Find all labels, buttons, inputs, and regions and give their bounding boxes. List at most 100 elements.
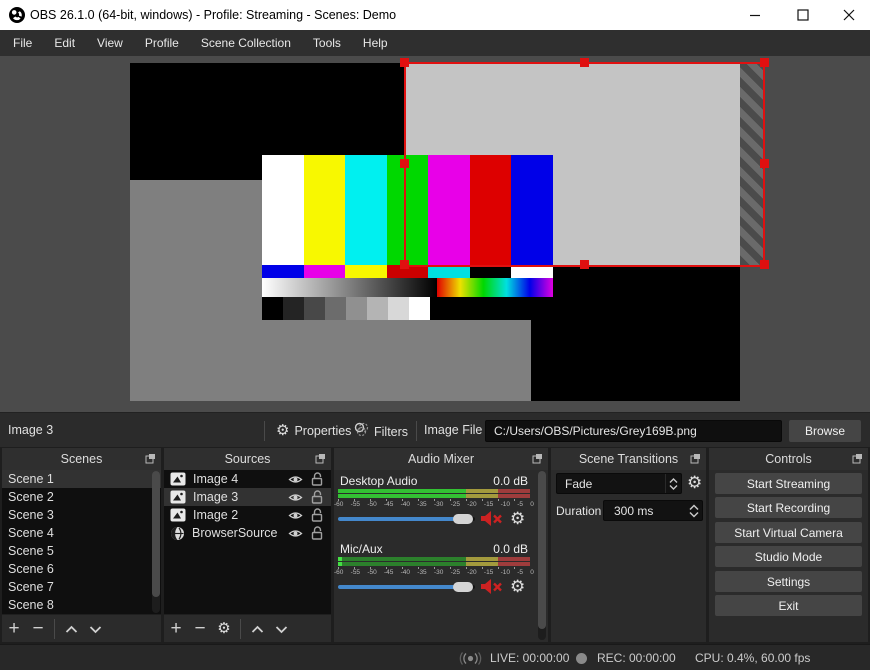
transition-select[interactable]: Fade [556,473,682,494]
selection-handle-top-center[interactable] [580,58,589,67]
scene-item[interactable]: Scene 6 [2,560,161,578]
close-button[interactable] [832,0,866,30]
scenes-scrollbar[interactable] [152,471,160,613]
preview-area [0,56,870,412]
menu-scene-collection[interactable]: Scene Collection [190,30,302,56]
volume-meter [338,489,530,493]
selection-handle-top-right[interactable] [760,58,769,67]
selection-handle-top-left[interactable] [400,58,409,67]
visibility-eye-icon[interactable] [288,492,303,503]
studio-mode-button[interactable]: Studio Mode [715,546,862,567]
toolbar-separator [54,618,55,639]
live-time: LIVE: 00:00:00 [490,651,570,665]
scene-item[interactable]: Scene 5 [2,542,161,560]
selection-handle-bottom-right[interactable] [760,260,769,269]
popout-icon[interactable] [315,453,326,467]
spinner-buttons[interactable] [686,501,702,520]
volume-slider-handle[interactable] [453,514,473,524]
scrollbar-thumb[interactable] [538,471,546,629]
start-recording-button[interactable]: Start Recording [715,497,862,518]
popout-icon[interactable] [852,453,863,467]
window-title: OBS 26.1.0 (64-bit, windows) - Profile: … [30,8,397,22]
selection-handle-mid-left[interactable] [400,159,409,168]
scene-item[interactable]: Scene 8 [2,596,161,614]
mixer-scrollbar[interactable] [538,471,546,640]
meter-tick-labels: -60 -55 -50 -45 -40 -35 -30 -25 -20 -15 -10 -5 0 [334,569,534,576]
menu-profile[interactable]: Profile [134,30,190,56]
menu-help[interactable]: Help [352,30,399,56]
source-row[interactable]: Image 3 [164,488,331,506]
scene-item[interactable]: Scene 7 [2,578,161,596]
scenes-list: Scene 1 Scene 2 Scene 3 Scene 4 Scene 5 … [2,470,161,614]
add-scene-button[interactable]: + [2,617,26,641]
add-source-button[interactable]: + [164,617,188,641]
channel-name: Mic/Aux [340,542,383,556]
visibility-eye-icon[interactable] [288,528,303,539]
menu-tools[interactable]: Tools [302,30,352,56]
meter-tick-labels: -60 -55 -50 -45 -40 -35 -30 -25 -20 -15 -10 -5 0 [334,501,534,508]
selection-handle-bottom-left[interactable] [400,260,409,269]
remove-scene-button[interactable]: − [26,617,50,641]
mute-speaker-icon[interactable] [480,578,504,600]
source-row[interactable]: Image 2 [164,506,331,524]
popout-icon[interactable] [145,453,156,467]
test-card-gradients [262,278,553,297]
source-row[interactable]: Image 4 [164,470,331,488]
start-virtual-camera-button[interactable]: Start Virtual Camera [715,522,862,543]
properties-button[interactable]: ⚙ Properties [276,422,351,440]
move-scene-up-button[interactable] [59,617,83,641]
popout-icon[interactable] [532,453,543,467]
scrollbar-thumb[interactable] [152,471,160,597]
scene-transitions-header: Scene Transitions [551,448,706,470]
mute-speaker-icon[interactable] [480,510,504,532]
source-properties-gear-icon[interactable]: ⚙ [212,620,236,638]
sources-list: Image 4 Image 3 Image 2 BrowserSource [164,470,331,614]
chevron-updown-icon [665,474,681,493]
menu-view[interactable]: View [86,30,134,56]
gear-icon: ⚙ [276,422,290,439]
image-source-icon [170,472,186,486]
move-source-up-button[interactable] [245,617,269,641]
remove-source-button[interactable]: − [188,617,212,641]
visibility-eye-icon[interactable] [288,510,303,521]
lock-open-icon[interactable] [311,490,323,504]
dock-area: Scenes Scene 1 Scene 2 Scene 3 Scene 4 S… [0,447,870,644]
visibility-eye-icon[interactable] [288,474,303,485]
lock-open-icon[interactable] [311,508,323,522]
scene-item[interactable]: Scene 2 [2,488,161,506]
channel-level: 0.0 dB [493,542,528,556]
scene-item[interactable]: Scene 4 [2,524,161,542]
transition-settings-gear-icon[interactable]: ⚙ [687,474,702,492]
move-scene-down-button[interactable] [83,617,107,641]
lock-open-icon[interactable] [311,472,323,486]
source-toolbar: Image 3 ⚙ Properties Filters Image File … [0,412,870,447]
scene-item[interactable]: Scene 1 [2,470,161,488]
image-file-input[interactable] [485,420,782,442]
scenes-panel: Scenes Scene 1 Scene 2 Scene 3 Scene 4 S… [2,448,161,642]
selection-handle-mid-right[interactable] [760,159,769,168]
sources-panel: Sources Image 4 Image 3 Image 2 BrowserS… [164,448,331,642]
channel-settings-gear-icon[interactable]: ⚙ [510,578,525,596]
menu-edit[interactable]: Edit [43,30,86,56]
exit-button[interactable]: Exit [715,595,862,616]
move-source-down-button[interactable] [269,617,293,641]
popout-icon[interactable] [690,453,701,467]
menu-bar: File Edit View Profile Scene Collection … [0,30,870,56]
duration-spinbox[interactable]: 300 ms [603,500,703,521]
test-card-grey-steps [262,297,553,320]
start-streaming-button[interactable]: Start Streaming [715,473,862,494]
menu-file[interactable]: File [2,30,43,56]
volume-slider-handle[interactable] [453,582,473,592]
maximize-button[interactable] [786,0,820,30]
browse-button[interactable]: Browse [789,420,861,442]
settings-button[interactable]: Settings [715,571,862,592]
channel-settings-gear-icon[interactable]: ⚙ [510,510,525,528]
minimize-button[interactable] [738,0,772,30]
source-row[interactable]: BrowserSource [164,524,331,542]
volume-meter [338,557,530,561]
image-source-icon [170,508,186,522]
scene-item[interactable]: Scene 3 [2,506,161,524]
filters-button[interactable]: Filters [354,422,408,442]
selection-handle-bottom-center[interactable] [580,260,589,269]
lock-open-icon[interactable] [311,526,323,540]
